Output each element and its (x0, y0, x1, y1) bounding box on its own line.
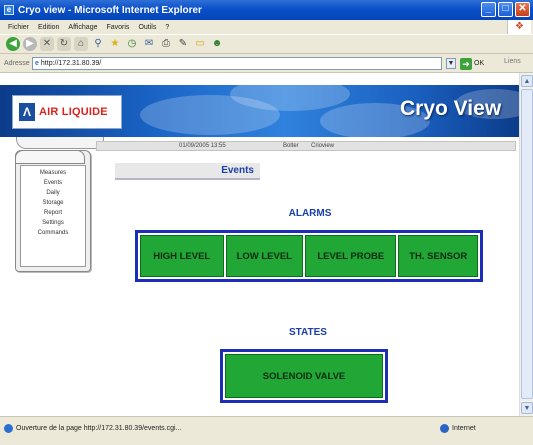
history-icon[interactable]: ◷ (125, 37, 139, 51)
address-bar: Adresse e http://172.31.80.39/ ▼ ➜ OK Li… (0, 54, 533, 73)
favorites-icon[interactable]: ★ (108, 37, 122, 51)
site-text: Crioview (311, 143, 335, 149)
nav-tab-shape (16, 137, 104, 149)
search-icon[interactable]: ⚲ (91, 37, 105, 51)
menu-favorites[interactable]: Favoris (106, 24, 129, 31)
menu-item-commands[interactable]: Commands (21, 228, 85, 238)
toolbar: ◀ ▶ ✕ ↻ ⌂ ⚲ ★ ◷ ✉ ⎙ ✎ ▭ ☻ (0, 34, 533, 54)
messenger-icon[interactable]: ☻ (210, 37, 224, 51)
side-menu-tab (15, 150, 85, 164)
air-liquide-logo-icon: Λ (19, 103, 35, 121)
close-button[interactable]: ✕ (515, 2, 530, 17)
user-text: Bolter (283, 143, 299, 149)
states-panel: SOLENOID VALVE (220, 349, 388, 403)
menu-item-storage[interactable]: Storage (21, 198, 85, 208)
address-label: Adresse (4, 59, 30, 67)
logo-text: AIR LIQUIDE (39, 106, 108, 118)
security-zone: Internet (440, 424, 476, 433)
loading-page-icon (4, 424, 13, 433)
menu-edit[interactable]: Edition (38, 24, 59, 31)
alarm-low-level[interactable]: LOW LEVEL (225, 235, 304, 277)
app-title: Cryo View (400, 97, 502, 120)
section-title: Events (221, 165, 254, 176)
menu-item-daily[interactable]: Daily (21, 188, 85, 198)
back-icon[interactable]: ◀ (6, 37, 20, 51)
alarms-label: ALARMS (288, 208, 332, 219)
menu-bar: Fichier Edition Affichage Favoris Outils… (0, 20, 533, 34)
page-content: Λ AIR LIQUIDE Cryo View 01/09/2005 13:55… (0, 73, 519, 416)
vertical-scrollbar[interactable]: ▲ ▼ (519, 73, 533, 416)
side-menu-list: Measures Events Daily Storage Report Set… (20, 165, 86, 267)
address-input[interactable]: e http://172.31.80.39/ (32, 57, 442, 70)
menu-item-measures[interactable]: Measures (21, 168, 85, 178)
window-title: Cryo view - Microsoft Internet Explorer (18, 4, 202, 16)
states-label: STATES (289, 327, 327, 338)
alarm-level-probe[interactable]: LEVEL PROBE (305, 235, 397, 277)
folder-icon[interactable]: ▭ (193, 37, 207, 51)
menu-tools[interactable]: Outils (138, 24, 156, 31)
banner: Λ AIR LIQUIDE Cryo View (0, 85, 519, 137)
forward-icon[interactable]: ▶ (23, 37, 37, 51)
address-dropdown-icon[interactable]: ▼ (446, 58, 456, 69)
internet-globe-icon (440, 424, 449, 433)
go-button[interactable]: ➜ OK (460, 57, 484, 70)
go-arrow-icon: ➜ (460, 57, 472, 70)
links-label[interactable]: Liens (504, 58, 521, 65)
refresh-icon[interactable]: ↻ (57, 37, 71, 51)
section-header: Events (115, 163, 260, 180)
window-controls: _ □ ✕ (481, 2, 530, 17)
minimize-button[interactable]: _ (481, 2, 496, 17)
maximize-button[interactable]: □ (498, 2, 513, 17)
alarms-panel: HIGH LEVEL LOW LEVEL LEVEL PROBE TH. SEN… (135, 230, 483, 282)
scroll-up-icon[interactable]: ▲ (521, 75, 533, 87)
menu-item-settings[interactable]: Settings (21, 218, 85, 228)
scroll-thumb[interactable] (521, 89, 533, 399)
menu-item-report[interactable]: Report (21, 208, 85, 218)
edit-icon[interactable]: ✎ (176, 37, 190, 51)
menu-item-events[interactable]: Events (21, 178, 85, 188)
zone-text: Internet (452, 425, 476, 432)
menu-file[interactable]: Fichier (8, 24, 29, 31)
ie-icon: e (4, 5, 14, 15)
info-strip: 01/09/2005 13:55 Bolter Crioview (96, 141, 516, 151)
side-menu: Measures Events Daily Storage Report Set… (15, 150, 91, 272)
print-icon[interactable]: ⎙ (159, 37, 173, 51)
menu-view[interactable]: Affichage (68, 24, 97, 31)
status-text: Ouverture de la page http://172.31.80.39… (16, 425, 182, 432)
state-solenoid-valve[interactable]: SOLENOID VALVE (225, 354, 383, 398)
stop-icon[interactable]: ✕ (40, 37, 54, 51)
mail-icon[interactable]: ✉ (142, 37, 156, 51)
window-titlebar: e Cryo view - Microsoft Internet Explore… (0, 0, 533, 20)
page-icon: e (35, 60, 39, 67)
windows-logo-icon: ❖ (507, 20, 531, 34)
menu-help[interactable]: ? (165, 24, 169, 31)
alarm-th-sensor[interactable]: TH. SENSOR (398, 235, 478, 277)
alarm-high-level[interactable]: HIGH LEVEL (140, 235, 224, 277)
status-message: Ouverture de la page http://172.31.80.39… (4, 424, 181, 433)
status-bar: Ouverture de la page http://172.31.80.39… (0, 416, 533, 445)
datetime-text: 01/09/2005 13:55 (179, 143, 226, 149)
home-icon[interactable]: ⌂ (74, 37, 88, 51)
scroll-down-icon[interactable]: ▼ (521, 402, 533, 414)
brand-logo: Λ AIR LIQUIDE (12, 95, 122, 129)
go-label: OK (474, 60, 485, 67)
address-url: http://172.31.80.39/ (40, 60, 102, 67)
